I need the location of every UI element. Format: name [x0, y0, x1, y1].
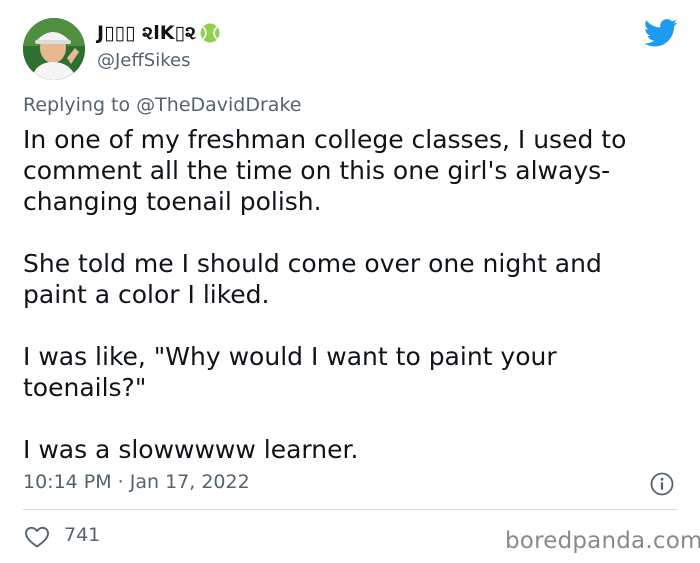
display-name[interactable]: J▯▯▯ ૨lK▯૨ — [97, 22, 220, 44]
tweet-paragraph: I was like, "Why would I want to paint y… — [23, 342, 557, 402]
twitter-bird-icon[interactable] — [644, 19, 678, 47]
watermark: boredpanda.com — [505, 528, 700, 554]
reply-context: Replying to @TheDavidDrake — [23, 94, 301, 116]
avatar-image — [23, 18, 85, 80]
tweet-timestamp[interactable]: 10:14 PM · Jan 17, 2022 — [23, 471, 250, 493]
reply-prefix: Replying to — [23, 94, 131, 116]
user-handle[interactable]: @JeffSikes — [97, 50, 190, 71]
reply-mention-link[interactable]: @TheDavidDrake — [136, 94, 301, 116]
tennis-ball-icon — [200, 23, 220, 43]
heart-icon[interactable] — [24, 525, 50, 549]
info-icon[interactable] — [650, 472, 674, 496]
avatar[interactable] — [23, 18, 85, 80]
tweet-paragraph: I was a slowwwww learner. — [23, 435, 359, 464]
tweet-text: In one of my freshman college classes, I… — [23, 124, 673, 465]
display-name-text: J▯▯▯ ૨lK▯૨ — [97, 22, 197, 44]
tweet-paragraph: She told me I should come over one night… — [23, 249, 602, 309]
divider — [23, 509, 677, 510]
like-count: 741 — [64, 524, 101, 546]
tweet-paragraph: In one of my freshman college classes, I… — [23, 125, 627, 216]
